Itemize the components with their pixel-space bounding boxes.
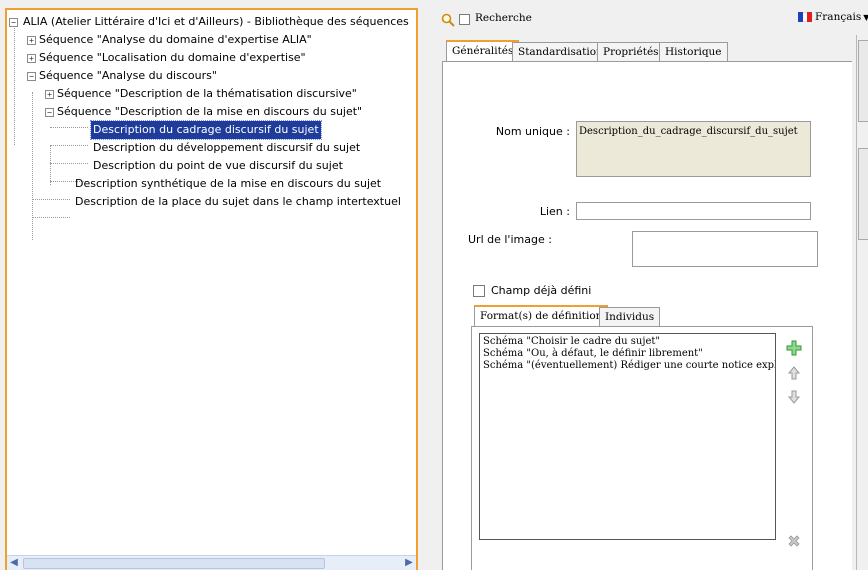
collapse-icon[interactable]: − (45, 108, 54, 117)
tab-label[interactable]: Individus (605, 311, 654, 323)
expand-icon[interactable]: + (27, 36, 36, 45)
tree-item-label[interactable]: Description du développement discursif d… (93, 139, 360, 157)
image-url-input[interactable] (632, 231, 818, 267)
unique-name-value: Description_du_cadrage_discursif_du_suje… (579, 126, 798, 137)
tab-standardisation[interactable]: Standardisation (512, 42, 609, 62)
language-label[interactable]: Français (815, 11, 861, 23)
tree-connector (50, 145, 88, 146)
chevron-down-icon[interactable]: ▼ (863, 13, 868, 22)
link-label: Lien : (539, 205, 570, 218)
search-label[interactable]: Recherche (475, 12, 532, 24)
tree-item-label[interactable]: Séquence "Analyse du discours" (39, 67, 217, 85)
move-down-icon[interactable] (786, 389, 802, 405)
france-flag-icon (798, 12, 813, 22)
collapse-icon[interactable]: − (27, 72, 36, 81)
tree-item-label[interactable]: Séquence "Description de la mise en disc… (57, 103, 362, 121)
tree-item-label[interactable]: Description du cadrage discursif du suje… (90, 120, 322, 140)
tree-connector (14, 28, 15, 145)
tree-connector (32, 199, 70, 200)
unique-name-field: Description_du_cadrage_discursif_du_suje… (576, 121, 811, 177)
add-icon[interactable] (786, 340, 802, 356)
list-item[interactable]: Schéma "(éventuellement) Rédiger une cou… (483, 360, 775, 371)
language-selector[interactable]: Français ▼ (815, 10, 868, 23)
tree-connector (50, 127, 88, 128)
collapse-icon[interactable]: − (9, 18, 18, 27)
scroll-left-icon[interactable]: ◀ (7, 556, 21, 570)
unique-name-label: Nom unique : (495, 125, 570, 138)
side-tab[interactable] (858, 40, 868, 122)
tree-item-label[interactable]: Description de la place du sujet dans le… (75, 193, 401, 211)
side-tab[interactable] (858, 148, 868, 240)
list-item[interactable]: Schéma "Choisir le cadre du sujet" (483, 336, 660, 347)
tab-label[interactable]: Historique (665, 46, 722, 58)
tree-connector (50, 163, 88, 164)
scroll-right-icon[interactable]: ▶ (402, 556, 416, 570)
defined-field-label[interactable]: Champ déjà défini (491, 284, 591, 297)
tree-root-label[interactable]: ALIA (Atelier Littéraire d'Ici et d'Aill… (23, 13, 409, 31)
tab-historique[interactable]: Historique (659, 42, 728, 62)
search-checkbox[interactable] (459, 14, 470, 25)
expand-icon[interactable]: + (45, 90, 54, 99)
delete-icon[interactable] (786, 533, 802, 549)
scrollbar-thumb[interactable] (23, 558, 325, 569)
tab-label[interactable]: Propriétés (603, 46, 659, 58)
tab-definition-formats[interactable]: Format(s) de définition (474, 305, 609, 327)
tab-label[interactable]: Standardisation (518, 46, 603, 58)
move-up-icon[interactable] (786, 365, 802, 381)
link-input[interactable] (576, 202, 811, 220)
schema-list[interactable]: Schéma "Choisir le cadre du sujet" Schém… (479, 333, 776, 540)
sequence-tree-panel: − ALIA (Atelier Littéraire d'Ici et d'Ai… (5, 8, 418, 570)
tree-item-label[interactable]: Description du point de vue discursif du… (93, 157, 343, 175)
expand-icon[interactable]: + (27, 54, 36, 63)
tree-item-label[interactable]: Description synthétique de la mise en di… (75, 175, 381, 193)
horizontal-scrollbar[interactable]: ◀ ▶ (7, 555, 416, 570)
tree-item-label[interactable]: Séquence "Description de la thématisatio… (57, 85, 357, 103)
defined-field-checkbox[interactable] (473, 285, 485, 297)
flag-stripe (807, 12, 813, 22)
image-url-label: Url de l'image : (468, 233, 552, 246)
tab-generalites[interactable]: Généralités (446, 40, 520, 62)
tree-connector (32, 217, 70, 218)
tree-item-label[interactable]: Séquence "Analyse du domaine d'expertise… (39, 31, 312, 49)
tree-item-label[interactable]: Séquence "Localisation du domaine d'expe… (39, 49, 306, 67)
tab-label[interactable]: Format(s) de définition (480, 310, 602, 322)
tab-individus[interactable]: Individus (599, 307, 661, 327)
tab-label[interactable]: Généralités (452, 45, 513, 57)
pane-splitter[interactable] (418, 0, 434, 570)
search-icon[interactable] (441, 13, 455, 27)
tree-connector (50, 146, 51, 185)
tab-proprietes[interactable]: Propriétés (597, 42, 665, 62)
list-item[interactable]: Schéma "Ou, à défaut, le définir libreme… (483, 348, 703, 359)
